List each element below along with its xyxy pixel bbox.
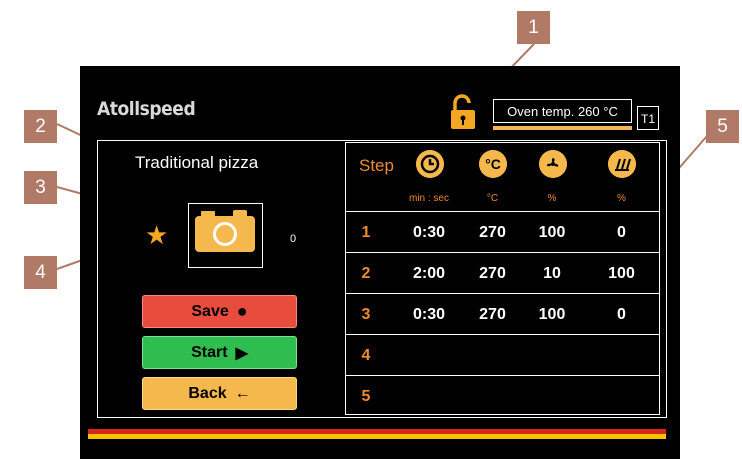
step-heat[interactable]: 100	[583, 253, 660, 294]
step-number: 3	[361, 306, 371, 323]
time-unit-label: min : sec	[408, 193, 449, 204]
step-fan[interactable]	[521, 376, 583, 417]
step-heat[interactable]: 0	[583, 212, 660, 253]
steps-table-header: Step °C min : sec °C % %	[346, 143, 659, 211]
step-temperature[interactable]: 270	[464, 212, 521, 253]
recipe-photo-button[interactable]	[188, 203, 263, 268]
step-fan[interactable]: 10	[521, 253, 583, 294]
fan-unit-label: %	[547, 193, 557, 204]
table-row[interactable]: 1 0:30 270 100 0	[346, 211, 659, 253]
step-time[interactable]	[394, 376, 464, 417]
step-temperature[interactable]: 270	[464, 253, 521, 294]
step-heat[interactable]: 0	[583, 294, 660, 335]
step-time[interactable]: 0:30	[394, 294, 464, 335]
save-button-label: Save	[191, 302, 229, 320]
favorite-count: 0	[290, 233, 297, 245]
back-arrow-icon: ←	[234, 384, 251, 402]
step-heat[interactable]	[583, 376, 660, 417]
steps-table: Step °C min : sec °C % % 1 0:30 270 100	[345, 142, 660, 415]
step-time[interactable]: 0:30	[394, 212, 464, 253]
step-number: 5	[361, 388, 371, 405]
heat-unit-label: %	[617, 193, 626, 204]
step-time[interactable]	[394, 335, 464, 376]
step-heat[interactable]	[583, 335, 660, 376]
step-temperature[interactable]: 270	[464, 294, 521, 335]
table-row[interactable]: 5	[346, 375, 659, 417]
celsius-icon: °C	[479, 150, 507, 178]
svg-text:°C: °C	[485, 156, 501, 172]
step-column-label: Step	[359, 156, 394, 175]
unlocked-padlock-icon[interactable]	[450, 94, 476, 130]
table-row[interactable]: 2 2:00 270 10 100	[346, 252, 659, 294]
favorite-star-icon[interactable]: ★	[145, 222, 168, 248]
step-fan[interactable]: 100	[521, 294, 583, 335]
step-temperature[interactable]	[464, 376, 521, 417]
back-button[interactable]: Back ←	[142, 377, 297, 410]
step-number: 2	[361, 265, 371, 282]
clock-icon	[416, 150, 444, 178]
step-fan[interactable]	[521, 335, 583, 376]
callout-2: 2	[24, 110, 57, 143]
step-number: 1	[361, 224, 371, 241]
tray-indicator[interactable]: T1	[637, 106, 659, 130]
brand-logo: Atollspeed	[97, 98, 196, 120]
oven-temperature-bar	[493, 126, 632, 130]
step-temperature[interactable]	[464, 335, 521, 376]
camera-icon	[195, 210, 255, 252]
table-row[interactable]: 3 0:30 270 100 0	[346, 293, 659, 335]
flag-stripe-gold	[88, 434, 666, 439]
temp-unit-label: °C	[486, 193, 499, 204]
step-number: 4	[361, 347, 371, 364]
recipe-name[interactable]: Traditional pizza	[135, 153, 258, 173]
record-dot-icon: ●	[236, 301, 248, 321]
step-time[interactable]: 2:00	[394, 253, 464, 294]
step-fan[interactable]: 100	[521, 212, 583, 253]
heat-icon	[608, 150, 636, 178]
callout-5: 5	[706, 110, 739, 143]
callout-1: 1	[517, 11, 550, 44]
start-button[interactable]: Start ▶	[142, 336, 297, 369]
save-button[interactable]: Save ●	[142, 295, 297, 328]
play-icon: ▶	[235, 344, 248, 362]
table-row[interactable]: 4	[346, 334, 659, 376]
callout-3: 3	[24, 171, 57, 204]
callout-4: 4	[24, 256, 57, 289]
oven-temperature-display: Oven temp. 260 °C	[493, 99, 632, 123]
back-button-label: Back	[188, 384, 227, 402]
start-button-label: Start	[191, 343, 228, 361]
fan-icon	[539, 150, 567, 178]
